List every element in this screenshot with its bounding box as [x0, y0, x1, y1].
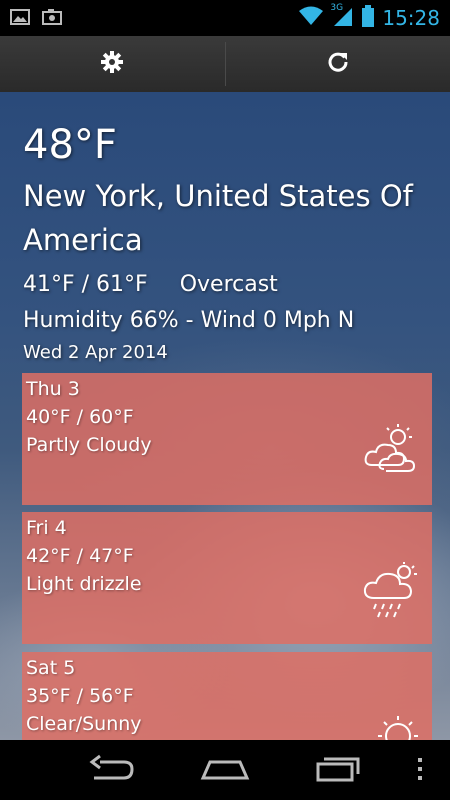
forecast-day: Sat 5	[26, 657, 76, 679]
forecast-day: Fri 4	[26, 517, 67, 539]
forecast-condition: Partly Cloudy	[26, 434, 152, 456]
forecast-condition: Clear/Sunny	[26, 713, 142, 735]
forecast-range: 40°F / 60°F	[26, 406, 134, 428]
forecast-range: 35°F / 56°F	[26, 685, 134, 707]
forecast-range: 42°F / 47°F	[26, 545, 134, 567]
forecast-card[interactable]: Sat 5 35°F / 56°F Clear/Sunny	[22, 652, 432, 740]
current-temp-range: 41°F / 61°F	[23, 272, 148, 297]
location-name: New York, United States Of America	[23, 179, 413, 257]
camera-notification-icon	[42, 8, 62, 30]
current-temperature: 48°F	[23, 122, 117, 168]
forecast-card[interactable]: Fri 4 42°F / 47°F Light drizzle	[22, 512, 432, 644]
current-date: Wed 2 Apr 2014	[23, 342, 168, 363]
refresh-icon	[327, 51, 349, 77]
status-bar: 3G 15:28	[0, 0, 450, 36]
current-condition: Overcast	[179, 272, 278, 297]
forecast-card[interactable]: Thu 3 40°F / 60°F Partly Cloudy	[22, 373, 432, 505]
gallery-notification-icon	[10, 8, 30, 30]
battery-icon	[362, 5, 375, 31]
network-type-label: 3G	[330, 3, 344, 13]
settings-button[interactable]	[0, 36, 225, 92]
weather-content[interactable]: 48°F New York, United States Of America …	[0, 92, 450, 740]
clock: 15:28	[382, 6, 440, 30]
partly-cloudy-icon	[362, 421, 424, 477]
forecast-day: Thu 3	[26, 378, 80, 400]
refresh-button[interactable]	[226, 36, 450, 92]
action-bar	[0, 36, 450, 92]
forecast-condition: Light drizzle	[26, 573, 142, 595]
wifi-icon	[298, 6, 324, 30]
sun-icon	[372, 710, 424, 740]
current-weather: 48°F New York, United States Of America …	[23, 122, 433, 366]
overflow-menu-button[interactable]	[414, 758, 426, 786]
back-button[interactable]	[88, 754, 136, 788]
home-button[interactable]	[200, 754, 250, 788]
drizzle-icon	[362, 560, 424, 626]
navigation-bar	[0, 740, 450, 800]
humidity-wind: Humidity 66% - Wind 0 Mph N	[23, 308, 355, 333]
cell-signal-icon: 3G	[330, 3, 354, 31]
recent-apps-button[interactable]	[314, 754, 362, 788]
gear-icon	[101, 51, 124, 77]
